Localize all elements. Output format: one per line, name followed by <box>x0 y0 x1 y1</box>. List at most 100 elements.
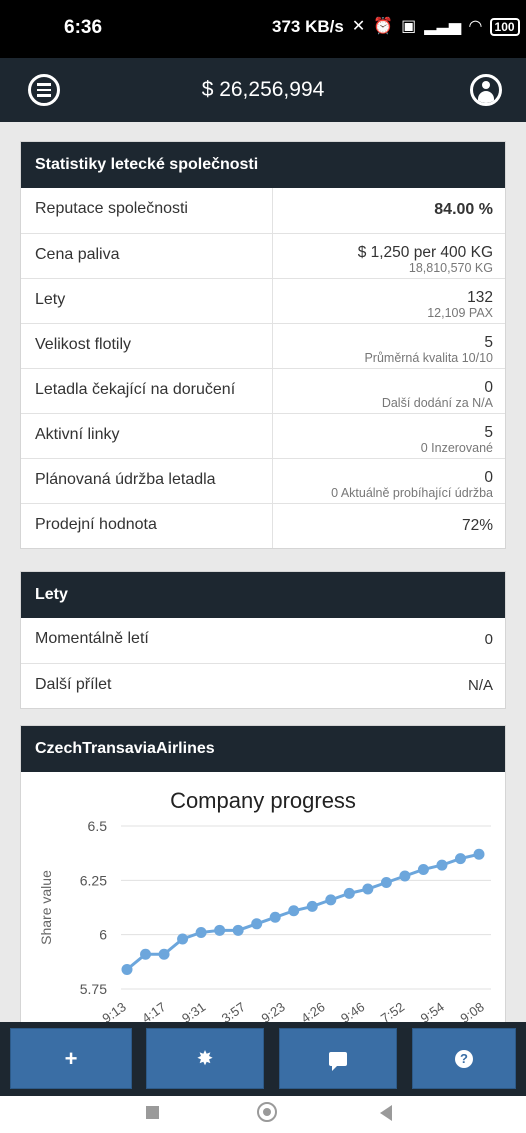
status-time: 6:36 <box>64 17 103 38</box>
app-screen: 6:36 373 KB/s ✕ ⏰ ▣ ▂▃▅ ◠ 100 $ 26,256,9… <box>0 0 526 1133</box>
profile-icon[interactable] <box>470 74 502 106</box>
chart-data-point <box>269 911 281 923</box>
mute-icon: ✕ <box>351 18 366 35</box>
chart-data-point <box>214 924 226 936</box>
stat-label: Lety <box>21 279 273 323</box>
stat-main-value: 132 <box>467 289 493 306</box>
chart-data-point <box>251 918 263 930</box>
help-button[interactable]: ? <box>412 1028 516 1089</box>
stat-main-value: 5 <box>484 424 493 441</box>
stat-main-value: $ 1,250 per 400 KG <box>357 244 493 261</box>
flight-label: Další přílet <box>35 676 112 693</box>
stat-main-value: 84.00 % <box>434 201 493 218</box>
chart-data-point <box>177 933 189 945</box>
stat-label: Letadla čekající na doručení <box>21 369 273 413</box>
network-speed: 373 KB/s <box>272 17 344 36</box>
help-icon: ? <box>455 1049 473 1068</box>
account-balance: $ 26,256,994 <box>201 78 325 101</box>
stat-value: 5 Průměrná kvalita 10/10 <box>273 324 505 368</box>
recent-apps-icon[interactable] <box>146 1106 159 1119</box>
status-bar: 6:36 373 KB/s ✕ ⏰ ▣ ▂▃▅ ◠ 100 <box>0 0 526 58</box>
flight-value: N/A <box>467 677 493 694</box>
back-icon[interactable] <box>380 1105 392 1121</box>
messages-button[interactable] <box>279 1028 397 1089</box>
chart-y-tick-label: 5.75 <box>80 981 107 997</box>
battery-icon: 100 <box>489 18 520 36</box>
stat-row: Plánovaná údržba letadla 0 0 Aktuálně prob… <box>21 458 505 503</box>
stat-value: 72% <box>273 504 505 548</box>
chart-data-point <box>195 926 207 938</box>
chart-data-point <box>362 883 374 895</box>
add-button[interactable]: + <box>10 1028 132 1089</box>
stat-main-value: 0 <box>484 379 493 396</box>
stat-value: 00 Aktuálně probíhající údržba <box>273 459 505 503</box>
flights-panel: Lety Momentálně letí 0 Další přílet N/A <box>20 571 506 709</box>
chart-data-point <box>436 859 448 871</box>
chart-data-point <box>399 870 411 882</box>
stat-sub-value: 12,109 PAX <box>427 306 493 320</box>
signal-icon: ▂▃▅ <box>424 18 462 35</box>
settings-button[interactable]: ✸ <box>146 1028 264 1089</box>
stat-row: Prodejní hodnota 72% <box>21 503 505 548</box>
airline-stats-panel: Statistiky letecké společnosti Reputace … <box>20 141 506 549</box>
stat-main-value: 0 <box>484 469 493 486</box>
alarm-icon: ⏰ <box>373 18 394 35</box>
stat-label: Cena paliva <box>21 234 273 278</box>
chart-title: Company progress <box>170 788 356 813</box>
stat-row: Aktivní linky 5 0 Inzerované <box>21 413 505 458</box>
wifi-icon: ◠ <box>469 18 482 35</box>
status-indicators: 373 KB/s ✕ ⏰ ▣ ▂▃▅ ◠ 100 <box>272 17 520 37</box>
stat-label: Reputace společnosti <box>21 188 273 233</box>
company-name: CzechTransaviaAirlines <box>21 726 505 772</box>
system-nav-bar <box>0 1096 526 1133</box>
company-progress-chart: 6.5 6.25 6 5.75 Share value 9:13 4:17 9:31 3:57 9… <box>21 814 505 1024</box>
company-chart-panel: CzechTransaviaAirlines Company progress … <box>20 725 506 1025</box>
chart-y-axis-label: Share value <box>38 870 54 945</box>
stat-row: Cena paliva $ 1,250 per 400 KG 18,810,570 … <box>21 233 505 278</box>
chart-data-point <box>417 863 429 875</box>
chart-y-tick-label: 6.25 <box>80 872 107 888</box>
stat-sub-value: 0 Aktuálně probíhající údržba <box>331 486 493 500</box>
flight-row: Další přílet N/A <box>21 663 505 708</box>
stat-label: Velikost flotily <box>21 324 273 368</box>
home-icon[interactable] <box>257 1102 277 1122</box>
airline-stats-title: Statistiky letecké společnosti <box>21 142 505 188</box>
chart-svg: 6.56.2565.75Share value9:13 4:17 9:31 3:57 9… <box>38 818 491 1024</box>
chart-data-point <box>380 877 392 889</box>
stat-value: 50 Inzerované <box>273 414 505 458</box>
flight-row: Momentálně letí 0 <box>21 618 505 663</box>
gear-icon: ✸ <box>196 1048 214 1070</box>
stat-value: 0 Další dodání za N/A <box>273 369 505 413</box>
stat-sub-value: Další dodání za N/A <box>381 396 493 410</box>
stat-sub-value: 18,810,570 KG <box>408 261 493 275</box>
app-header: $ 26,256,994 <box>0 58 526 122</box>
stat-label: Aktivní linky <box>21 414 273 458</box>
chart-data-point <box>325 894 337 906</box>
stat-label: Prodejní hodnota <box>21 504 273 548</box>
bottom-toolbar: + ✸ ? <box>0 1022 526 1096</box>
flight-label: Momentálně letí <box>35 630 149 647</box>
stat-label: Plánovaná údržba letadla <box>21 459 273 503</box>
stat-sub-value: Průměrná kvalita 10/10 <box>364 351 493 365</box>
chart-data-point <box>473 848 485 860</box>
stat-main-value: 5 <box>484 334 493 351</box>
chart-data-point <box>158 948 170 960</box>
chart-data-point <box>232 924 244 936</box>
chart-data-point <box>343 887 355 899</box>
stat-sub-value: 0 Inzerované <box>420 441 493 455</box>
stat-row: Velikost flotily 5 Průměrná kvalita 10/10 <box>21 323 505 368</box>
stat-row: Letadla čekající na doručení 0 Další dodán… <box>21 368 505 413</box>
chart-data-point <box>306 900 318 912</box>
chart-y-tick-label: 6 <box>99 927 107 943</box>
stat-row: Lety 132 12,109 PAX <box>21 278 505 323</box>
flights-title: Lety <box>21 572 505 618</box>
chart-data-point <box>288 905 300 917</box>
stat-row: Reputace společnosti 84.00 % <box>21 188 505 233</box>
chart-data-point <box>140 948 152 960</box>
flight-value: 0 <box>484 631 493 648</box>
stat-main-value: 72% <box>461 517 493 534</box>
stat-value: $ 1,250 per 400 KG 18,810,570 KG <box>273 234 505 278</box>
volte-icon: ▣ <box>401 18 417 35</box>
chart-y-tick-label: 6.5 <box>88 818 108 834</box>
stat-value: 132 12,109 PAX <box>273 279 505 323</box>
